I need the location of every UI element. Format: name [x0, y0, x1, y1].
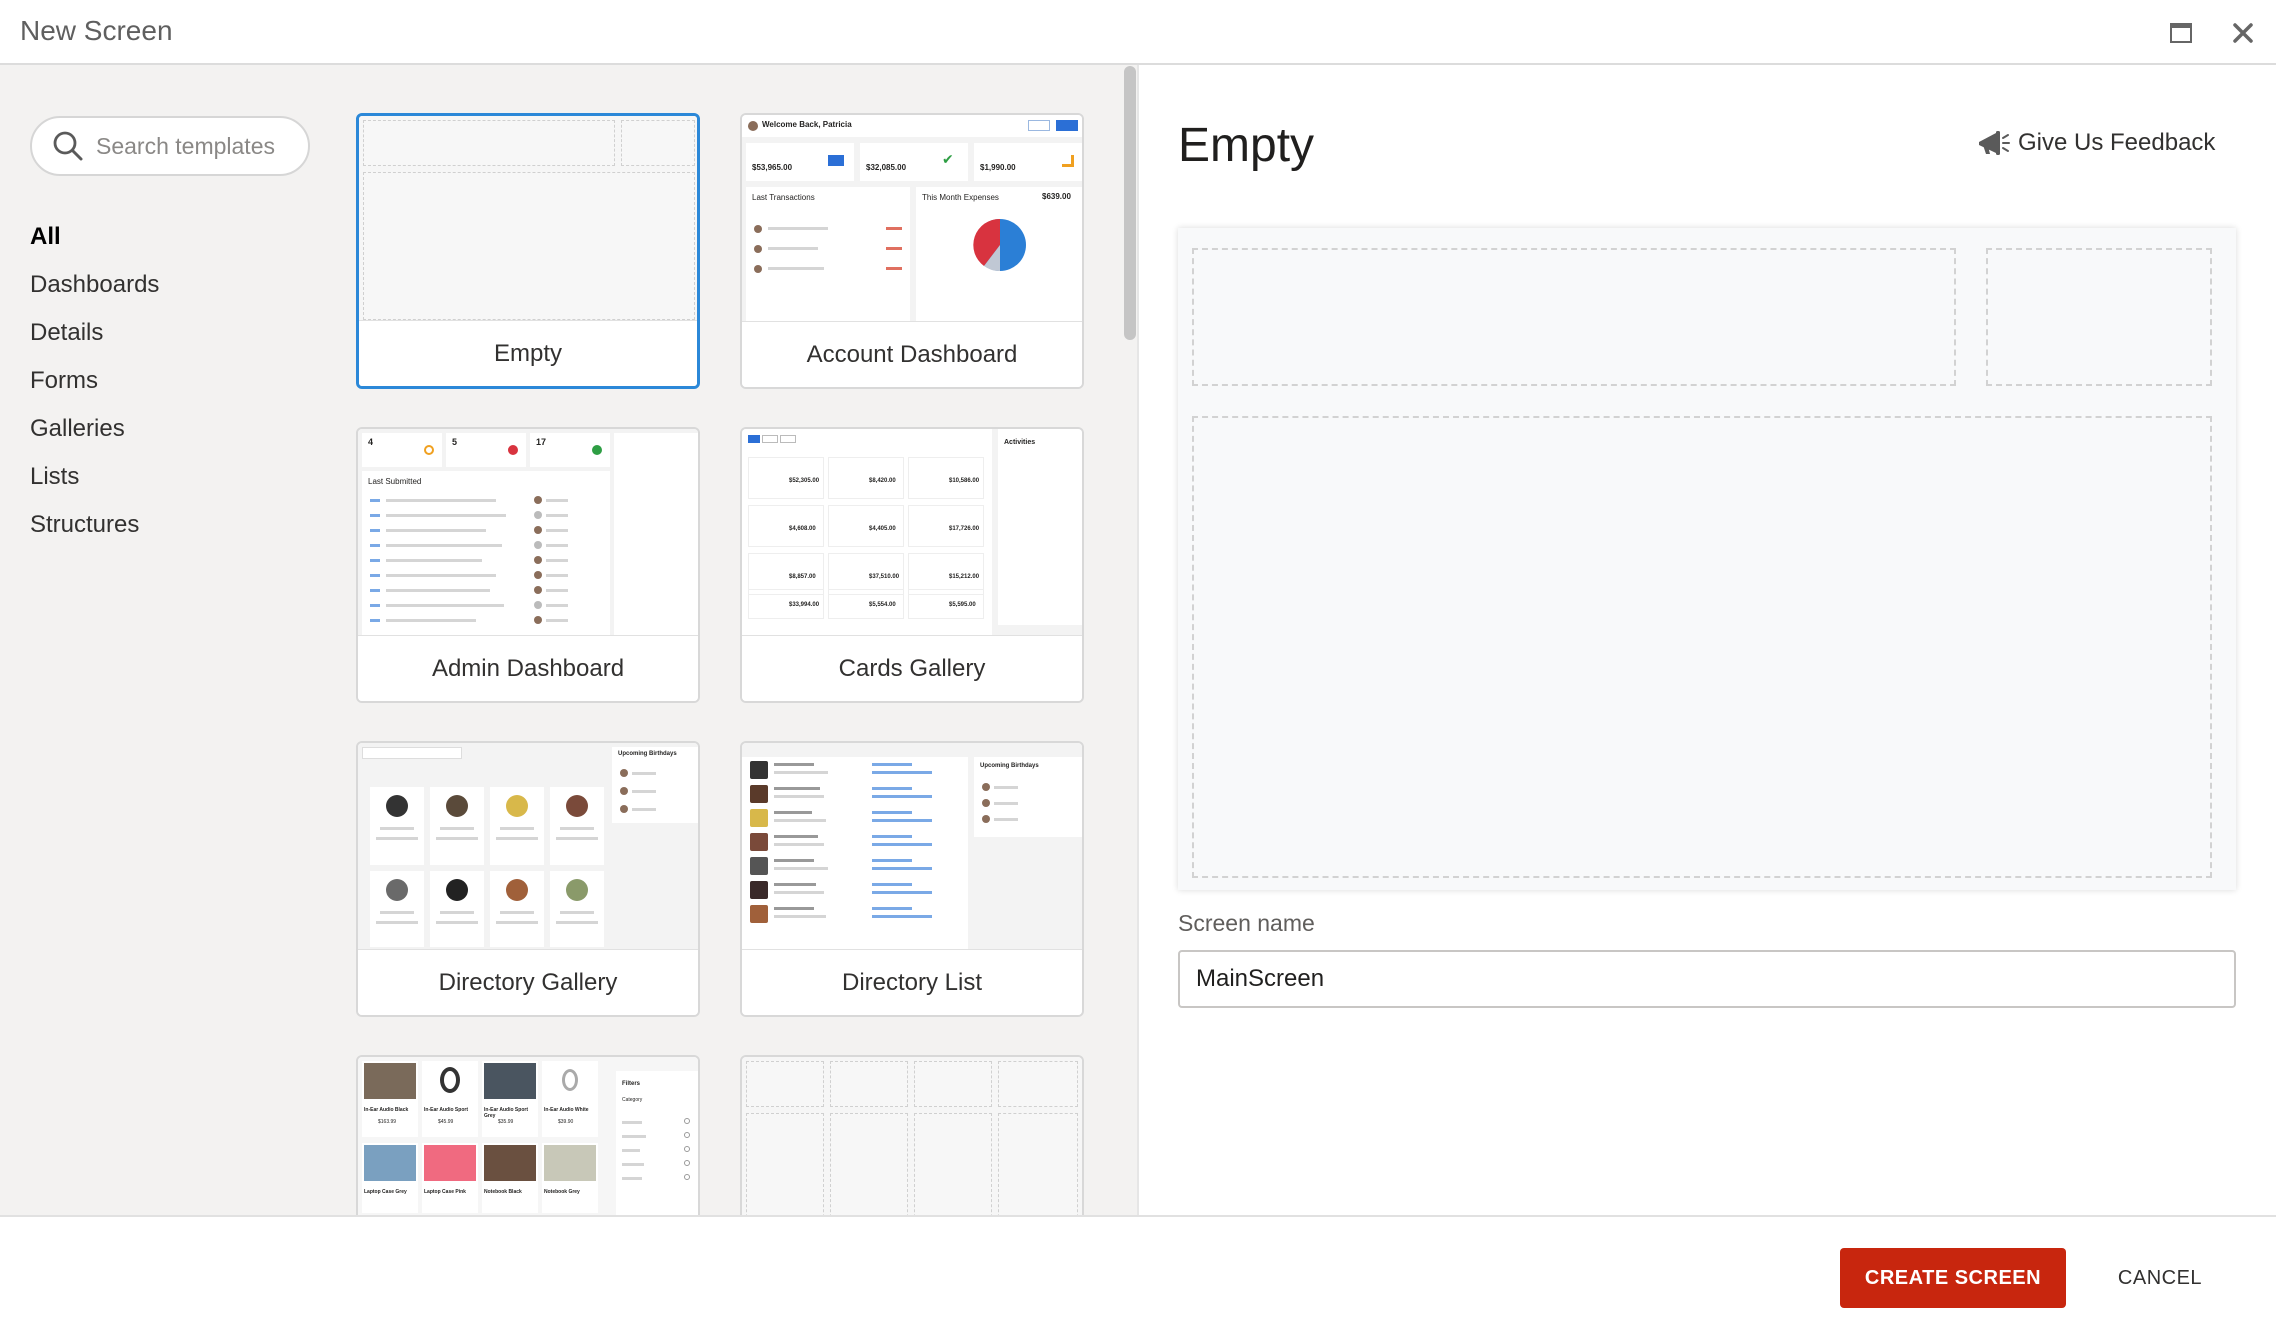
- maximize-button[interactable]: [2166, 18, 2196, 48]
- preview-title: Empty: [1178, 119, 1315, 172]
- thumb-transactions: Last Transactions: [746, 187, 910, 321]
- template-card-directory-gallery[interactable]: Upcoming Birthdays Directory Gallery: [356, 741, 700, 1017]
- thumb-kpi: $1,990.00: [974, 143, 1082, 181]
- panel-divider: [1137, 65, 1139, 1215]
- category-details[interactable]: Details: [30, 309, 159, 357]
- thumb-kpi: 4: [362, 433, 442, 467]
- thumb-filters: Filters Category: [616, 1071, 698, 1215]
- template-label: Directory Gallery: [358, 949, 698, 1015]
- thumb-birthdays: Upcoming Birthdays: [974, 757, 1082, 837]
- category-sidebar: All Dashboards Details Forms Galleries L…: [0, 65, 336, 1215]
- thumb-button: [1056, 120, 1078, 131]
- category-structures[interactable]: Structures: [30, 501, 159, 549]
- template-card-directory-list[interactable]: Upcoming Birthdays Directory List: [740, 741, 1084, 1017]
- thumb-heading: This Month Expenses: [922, 193, 999, 202]
- pie-chart-icon: [973, 218, 1026, 272]
- category-forms[interactable]: Forms: [30, 357, 159, 405]
- thumb-birthdays: Upcoming Birthdays: [612, 747, 698, 823]
- thumb-search: [362, 747, 462, 759]
- bars-icon: [1062, 155, 1074, 167]
- thumb-block: [621, 120, 695, 166]
- cancel-button[interactable]: CANCEL: [2090, 1248, 2230, 1308]
- template-thumbnail: 4 5 17 Last Submitted: [358, 429, 698, 639]
- screen-name-label: Screen name: [1178, 910, 1315, 936]
- preview-block-side: [1986, 248, 2212, 386]
- template-thumbnail: [359, 116, 697, 326]
- search-icon: [53, 131, 83, 161]
- category-lists[interactable]: Lists: [30, 453, 159, 501]
- thumb-list: Last Submitted: [362, 471, 610, 635]
- thumb-list: [742, 757, 968, 953]
- screen-name-input[interactable]: [1178, 950, 2236, 1008]
- template-thumbnail: In-Ear Audio Black $163.99 In-Ear Audio S…: [358, 1057, 698, 1215]
- template-thumbnail: [742, 1057, 1082, 1215]
- category-all[interactable]: All: [30, 213, 159, 261]
- window-title: New Screen: [20, 15, 173, 46]
- preview-block-main: [1192, 416, 2212, 878]
- category-galleries[interactable]: Galleries: [30, 405, 159, 453]
- template-scrollbar-thumb[interactable]: [1124, 66, 1136, 340]
- thumb-cards: $52,305.00 $8,420.00 $10,586.00 $4,608.0…: [742, 429, 992, 639]
- template-label: Cards Gallery: [742, 635, 1082, 701]
- thumb-amount: $53,965.00: [752, 163, 793, 172]
- template-thumbnail: Upcoming Birthdays: [358, 743, 698, 953]
- thumb-amount: $639.00: [1042, 192, 1071, 201]
- template-thumbnail: $52,305.00 $8,420.00 $10,586.00 $4,608.0…: [742, 429, 1082, 639]
- template-card-product-gallery[interactable]: In-Ear Audio Black $163.99 In-Ear Audio S…: [356, 1055, 700, 1215]
- thumb-kpi: $32,085.00 ✔: [860, 143, 968, 181]
- thumb-block: [363, 172, 695, 320]
- thumb-kpi: $53,965.00: [746, 143, 854, 181]
- close-icon: [2233, 23, 2253, 43]
- feedback-label: Give Us Feedback: [2018, 129, 2216, 156]
- thumb-kpi: 5: [446, 433, 526, 467]
- category-list: All Dashboards Details Forms Galleries L…: [30, 213, 159, 549]
- template-card-cards-gallery[interactable]: $52,305.00 $8,420.00 $10,586.00 $4,608.0…: [740, 427, 1084, 703]
- category-dashboards[interactable]: Dashboards: [30, 261, 159, 309]
- thumb-welcome: Welcome Back, Patricia: [762, 120, 852, 129]
- thumb-heading: Last Transactions: [752, 193, 815, 202]
- thumb-amount: $1,990.00: [980, 163, 1016, 172]
- thumb-activities: Activities: [998, 429, 1082, 625]
- money-icon: [828, 155, 844, 166]
- title-bar: New Screen: [0, 0, 2276, 65]
- thumb-button: [1028, 120, 1050, 131]
- template-card-admin-dashboard[interactable]: 4 5 17 Last Submitted Admin Dashboard: [356, 427, 700, 703]
- template-thumbnail: Welcome Back, Patricia $53,965.00 $32,08…: [742, 115, 1082, 325]
- template-label: Directory List: [742, 949, 1082, 1015]
- template-card-structure[interactable]: [740, 1055, 1084, 1215]
- template-preview: [1178, 228, 2236, 890]
- search-box[interactable]: [30, 116, 310, 176]
- give-feedback-link[interactable]: Give Us Feedback: [1976, 128, 2215, 158]
- avatar: [748, 121, 758, 131]
- thumb-amount: $32,085.00: [866, 163, 907, 172]
- create-screen-button[interactable]: CREATE SCREEN: [1840, 1248, 2066, 1308]
- thumb-panel: [614, 433, 698, 635]
- dialog-footer: CREATE SCREEN CANCEL: [0, 1215, 2276, 1334]
- preview-block-header: [1192, 248, 1956, 386]
- thumb-expenses: This Month Expenses $639.00: [916, 187, 1082, 321]
- template-label: Account Dashboard: [742, 321, 1082, 387]
- check-icon: ✔: [942, 151, 954, 167]
- search-input[interactable]: [96, 132, 296, 160]
- template-label: Admin Dashboard: [358, 635, 698, 701]
- template-label: Empty: [359, 320, 697, 386]
- thumb-kpi: 17: [530, 433, 610, 467]
- close-button[interactable]: [2228, 18, 2258, 48]
- megaphone-icon: [1979, 131, 2010, 155]
- thumb-block: [363, 120, 615, 166]
- template-grid: Empty Welcome Back, Patricia $53,965.00 …: [336, 65, 1123, 1215]
- template-thumbnail: Upcoming Birthdays: [742, 743, 1082, 953]
- template-card-empty[interactable]: Empty: [356, 113, 700, 389]
- template-card-account-dashboard[interactable]: Welcome Back, Patricia $53,965.00 $32,08…: [740, 113, 1084, 389]
- maximize-icon: [2170, 23, 2192, 43]
- thumb-header: Welcome Back, Patricia: [742, 115, 1082, 137]
